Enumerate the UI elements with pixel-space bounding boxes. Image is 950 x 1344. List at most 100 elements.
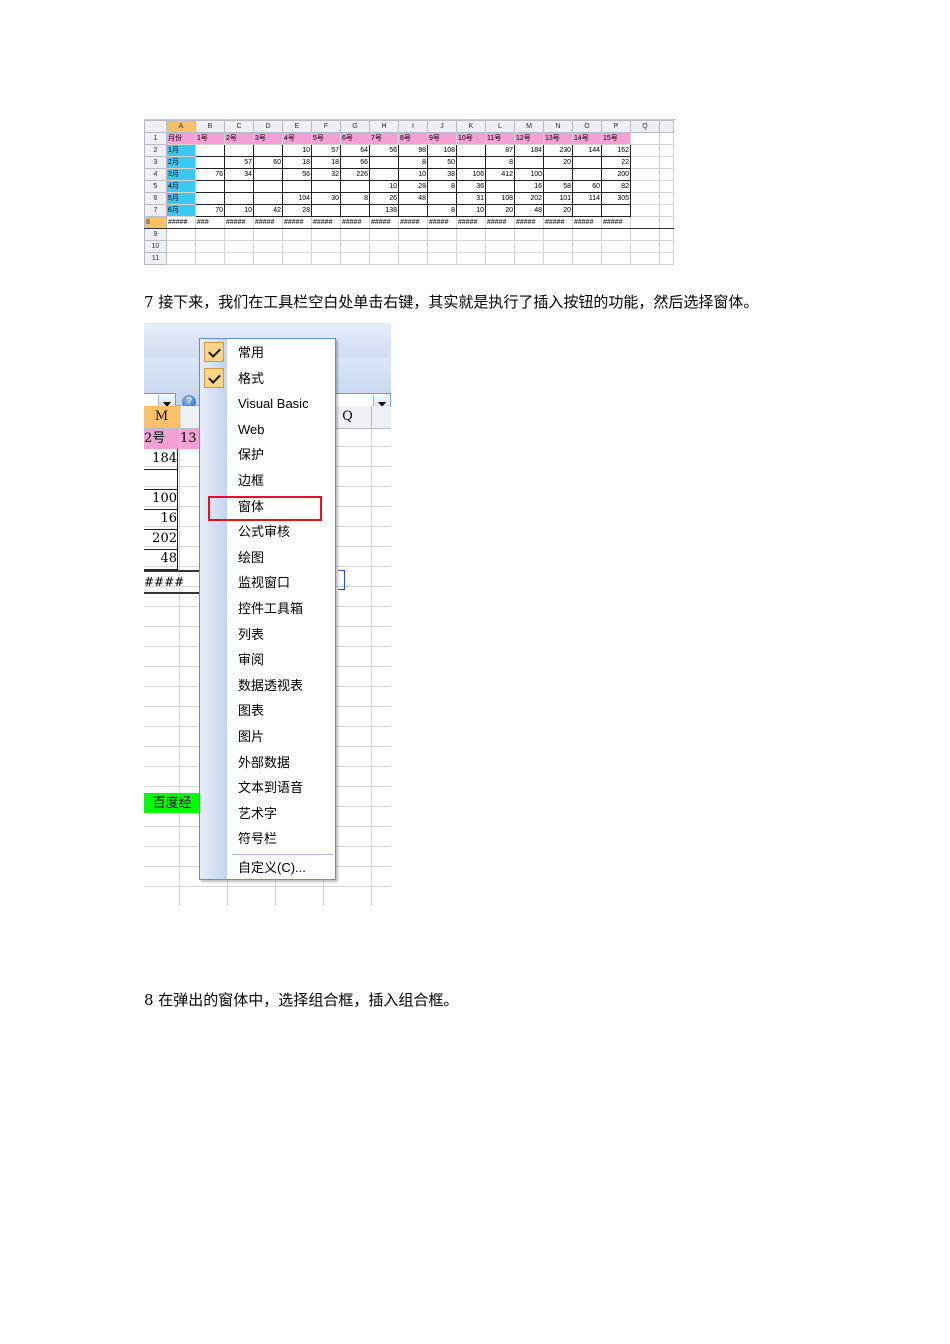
cell[interactable] — [340, 180, 370, 193]
cell[interactable] — [195, 228, 225, 241]
column-header[interactable]: N — [543, 120, 573, 133]
cell[interactable]: 76 — [195, 168, 225, 181]
cell[interactable]: 2号 — [224, 132, 254, 145]
cell[interactable] — [659, 192, 674, 205]
cell[interactable] — [311, 252, 341, 265]
cell[interactable]: 42 — [253, 204, 283, 217]
menu-item-2[interactable]: Visual Basic — [200, 391, 335, 417]
cell[interactable]: 8 — [398, 156, 428, 169]
cell[interactable]: 82 — [601, 180, 631, 193]
cell[interactable] — [659, 144, 674, 157]
cell[interactable]: 114 — [572, 192, 602, 205]
cell[interactable] — [456, 144, 486, 157]
column-header[interactable]: F — [311, 120, 341, 133]
cell[interactable] — [630, 192, 660, 205]
menu-item-19[interactable]: 符号栏 — [200, 826, 335, 852]
menu-item-4[interactable]: 保护 — [200, 442, 335, 468]
column-header[interactable]: K — [456, 120, 486, 133]
cell[interactable] — [369, 156, 399, 169]
cell-m1[interactable]: 2号 — [144, 429, 179, 449]
cell[interactable] — [543, 240, 573, 253]
cell[interactable] — [253, 192, 283, 205]
cell[interactable] — [659, 156, 674, 169]
menu-item-3[interactable]: Web — [200, 417, 335, 443]
cell[interactable] — [572, 168, 602, 181]
cell[interactable] — [572, 252, 602, 265]
cell-m-value[interactable] — [144, 469, 178, 490]
cell[interactable]: 8 — [427, 180, 457, 193]
menu-item-15[interactable]: 图片 — [200, 724, 335, 750]
column-header[interactable]: L — [485, 120, 515, 133]
cell-m-value[interactable]: 16 — [144, 509, 178, 530]
menu-item-7[interactable]: 公式审核 — [200, 519, 335, 545]
cell[interactable] — [398, 252, 428, 265]
cell[interactable] — [630, 252, 660, 265]
cell[interactable] — [659, 216, 674, 229]
cell[interactable] — [311, 228, 341, 241]
cell[interactable]: ##### — [456, 216, 486, 229]
cell[interactable]: 412 — [485, 168, 515, 181]
row-header[interactable]: 1 — [144, 132, 167, 145]
cell[interactable]: 70 — [195, 204, 225, 217]
cell[interactable] — [195, 240, 225, 253]
cell[interactable] — [543, 252, 573, 265]
menu-item-16[interactable]: 外部数据 — [200, 750, 335, 776]
cell[interactable] — [398, 228, 428, 241]
cell[interactable]: 305 — [601, 192, 631, 205]
menu-item-1[interactable]: 格式 — [200, 366, 335, 392]
cell[interactable]: 7号 — [369, 132, 399, 145]
cell[interactable] — [195, 192, 225, 205]
cell[interactable]: 6月 — [166, 204, 196, 217]
menu-item-5[interactable]: 边框 — [200, 468, 335, 494]
cell[interactable]: 2月 — [166, 156, 196, 169]
cell[interactable] — [224, 180, 254, 193]
cell[interactable]: 60 — [253, 156, 283, 169]
column-header-m[interactable]: M — [144, 406, 180, 428]
menu-item-9[interactable]: 监视窗口 — [200, 570, 335, 596]
cell[interactable]: 20 — [543, 204, 573, 217]
menu-item-12[interactable]: 审阅 — [200, 647, 335, 673]
cell[interactable] — [485, 180, 515, 193]
cell[interactable]: 48 — [398, 192, 428, 205]
cell[interactable]: 8号 — [398, 132, 428, 145]
column-header[interactable]: E — [282, 120, 312, 133]
cell[interactable] — [659, 204, 674, 217]
column-header[interactable]: B — [195, 120, 225, 133]
column-header[interactable]: G — [340, 120, 370, 133]
cell[interactable] — [659, 168, 674, 181]
cell[interactable] — [282, 252, 312, 265]
cell[interactable] — [427, 240, 457, 253]
cell[interactable] — [659, 132, 674, 145]
cell[interactable]: 10 — [224, 204, 254, 217]
cell[interactable]: 106 — [456, 168, 486, 181]
cell[interactable] — [195, 156, 225, 169]
cell[interactable]: 101 — [543, 192, 573, 205]
cell[interactable]: 56 — [282, 168, 312, 181]
menu-item-18[interactable]: 艺术字 — [200, 801, 335, 827]
cell[interactable] — [659, 228, 674, 241]
cell[interactable]: 20 — [543, 156, 573, 169]
cell[interactable] — [456, 252, 486, 265]
row-header[interactable]: 10 — [144, 240, 167, 253]
cell[interactable]: 28 — [282, 204, 312, 217]
cell[interactable] — [485, 252, 515, 265]
cell[interactable]: 8 — [340, 192, 370, 205]
cell[interactable] — [485, 228, 515, 241]
cell[interactable] — [340, 252, 370, 265]
cell[interactable]: ##### — [572, 216, 602, 229]
cell[interactable]: 16 — [514, 180, 544, 193]
cell[interactable]: 15号 — [601, 132, 631, 145]
cell[interactable] — [311, 180, 341, 193]
cell[interactable]: 184 — [514, 144, 544, 157]
cell[interactable] — [195, 252, 225, 265]
cell[interactable]: ##### — [224, 216, 254, 229]
cell[interactable] — [195, 144, 225, 157]
cell[interactable]: 50 — [427, 156, 457, 169]
cell[interactable]: 8 — [427, 204, 457, 217]
cell[interactable]: 98 — [398, 144, 428, 157]
cell[interactable] — [485, 240, 515, 253]
cell[interactable]: 20 — [485, 204, 515, 217]
cell[interactable]: 10号 — [456, 132, 486, 145]
column-header[interactable]: P — [601, 120, 631, 133]
cell[interactable]: 226 — [340, 168, 370, 181]
